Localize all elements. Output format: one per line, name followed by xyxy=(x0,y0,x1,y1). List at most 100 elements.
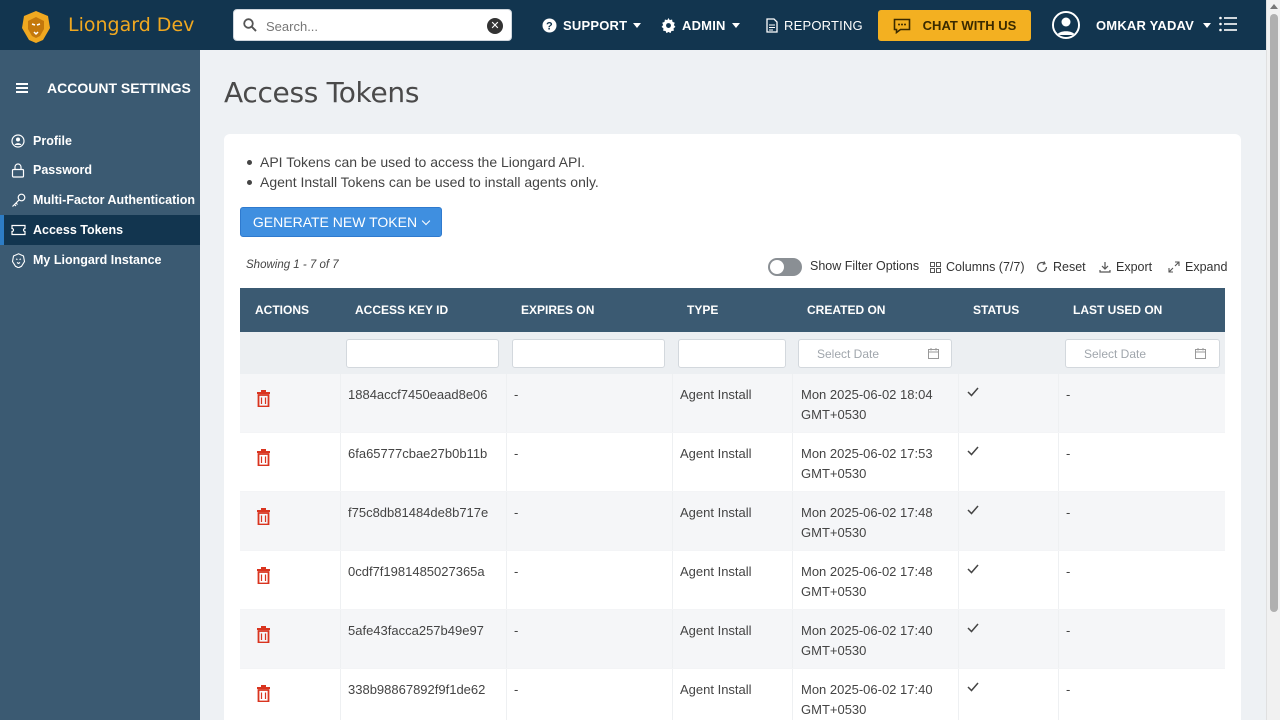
avatar[interactable] xyxy=(1052,11,1080,39)
scrollbar-thumb[interactable] xyxy=(1270,14,1278,612)
column-header-access-key-id[interactable]: ACCESS KEY ID xyxy=(340,288,506,332)
column-divider xyxy=(340,492,341,550)
admin-menu[interactable]: ADMIN xyxy=(661,0,740,50)
support-menu[interactable]: ? SUPPORT xyxy=(542,0,642,50)
access-key-id-cell: 6fa65777cbae27b0b11b xyxy=(348,446,488,461)
chat-bubble-icon xyxy=(893,18,910,34)
user-name: OMKAR YADAV xyxy=(1096,17,1195,33)
created-on-timezone: GMT+0530 xyxy=(801,583,867,599)
column-divider xyxy=(792,551,793,609)
filter-access-key-id-input[interactable] xyxy=(346,339,499,368)
show-filter-options-toggle[interactable] xyxy=(768,258,802,276)
top-navbar: Liongard Dev ✕ ? SUPPORT ADMIN REPORTING… xyxy=(0,0,1266,50)
status-check-icon xyxy=(967,505,979,515)
expand-button[interactable]: Expand xyxy=(1168,260,1227,274)
columns-button[interactable]: Columns (7/7) xyxy=(930,260,1025,274)
column-divider xyxy=(340,610,341,668)
type-cell: Agent Install xyxy=(680,446,752,461)
page-scrollbar[interactable] xyxy=(1266,0,1280,720)
lion-icon xyxy=(10,252,26,268)
sidebar-item-access-tokens[interactable]: Access Tokens xyxy=(0,215,200,245)
chevron-down-icon xyxy=(1203,22,1212,28)
column-divider xyxy=(792,669,793,720)
reset-button[interactable]: Reset xyxy=(1036,260,1086,274)
expires-on-cell: - xyxy=(514,446,519,461)
created-on-date: Mon 2025-06-02 17:53 xyxy=(801,446,933,461)
column-divider xyxy=(1058,492,1059,550)
clear-search-icon[interactable]: ✕ xyxy=(487,18,503,34)
expires-on-cell: - xyxy=(514,505,519,520)
expires-on-cell: - xyxy=(514,623,519,638)
last-used-on-cell: - xyxy=(1066,682,1071,697)
delete-trash-icon[interactable] xyxy=(257,508,270,525)
table-row: 6fa65777cbae27b0b11b - Agent Install Mon… xyxy=(240,433,1225,492)
column-header-created-on[interactable]: CREATED ON xyxy=(792,288,958,332)
refresh-icon xyxy=(1036,261,1048,273)
brand-name[interactable]: Liongard Dev xyxy=(68,14,194,36)
column-header-actions[interactable]: ACTIONS xyxy=(240,288,340,332)
user-circle-icon xyxy=(10,133,26,149)
column-divider xyxy=(958,374,959,432)
generate-new-token-button[interactable]: GENERATE NEW TOKEN xyxy=(240,207,442,237)
sidebar-item-mfa[interactable]: Multi-Factor Authentication xyxy=(0,185,200,215)
sidebar-item-my-liongard-instance[interactable]: My Liongard Instance xyxy=(0,245,200,275)
column-divider xyxy=(958,433,959,491)
column-header-expires-on[interactable]: EXPIRES ON xyxy=(506,288,672,332)
created-on-timezone: GMT+0530 xyxy=(801,524,867,540)
filter-toggle-label: Show Filter Options xyxy=(810,259,920,273)
user-menu[interactable]: OMKAR YADAV xyxy=(1096,0,1212,50)
filter-expires-on-input[interactable] xyxy=(512,339,665,368)
export-button[interactable]: Export xyxy=(1099,260,1152,274)
column-header-type[interactable]: TYPE xyxy=(672,288,792,332)
created-on-date: Mon 2025-06-02 17:40 xyxy=(801,623,933,638)
hamburger-icon[interactable] xyxy=(16,83,28,93)
sidebar-item-label: Access Tokens xyxy=(33,223,124,237)
delete-trash-icon[interactable] xyxy=(257,626,270,643)
sidebar-header: ACCOUNT SETTINGS xyxy=(16,80,191,96)
delete-trash-icon[interactable] xyxy=(257,449,270,466)
type-cell: Agent Install xyxy=(680,387,752,402)
column-divider xyxy=(672,433,673,491)
column-divider xyxy=(792,610,793,668)
calendar-icon[interactable] xyxy=(1195,348,1206,359)
liongard-logo-icon[interactable] xyxy=(20,10,52,44)
sidebar-item-password[interactable]: Password xyxy=(0,155,200,185)
column-divider xyxy=(340,433,341,491)
key-icon xyxy=(10,192,26,208)
sidebar-item-profile[interactable]: Profile xyxy=(0,126,200,156)
info-item-api: API Tokens can be used to access the Lio… xyxy=(244,152,599,172)
last-used-on-cell: - xyxy=(1066,623,1071,638)
column-divider xyxy=(506,551,507,609)
created-on-date: Mon 2025-06-02 17:40 xyxy=(801,682,933,697)
column-divider xyxy=(1058,433,1059,491)
ticket-icon xyxy=(10,222,26,238)
chevron-down-icon xyxy=(731,22,740,28)
show-filter-options-label[interactable]: Show Filter Options xyxy=(810,259,919,273)
column-header-status[interactable]: STATUS xyxy=(958,288,1058,332)
expires-on-cell: - xyxy=(514,564,519,579)
status-check-icon xyxy=(967,564,979,574)
column-header-last-used-on[interactable]: LAST USED ON xyxy=(1058,288,1225,332)
created-on-timezone: GMT+0530 xyxy=(801,406,867,422)
column-divider xyxy=(506,669,507,720)
list-menu-icon[interactable] xyxy=(1219,16,1237,32)
created-on-date: Mon 2025-06-02 17:48 xyxy=(801,505,933,520)
delete-trash-icon[interactable] xyxy=(257,390,270,407)
type-cell: Agent Install xyxy=(680,564,752,579)
delete-trash-icon[interactable] xyxy=(257,567,270,584)
chat-with-us-button[interactable]: CHAT WITH US xyxy=(878,10,1031,41)
scroll-up-arrow-icon[interactable] xyxy=(1270,4,1278,9)
lock-icon xyxy=(10,162,26,178)
status-check-icon xyxy=(967,446,979,456)
expand-label: Expand xyxy=(1185,260,1228,274)
filter-type-input[interactable] xyxy=(678,339,786,368)
info-list: API Tokens can be used to access the Lio… xyxy=(244,152,599,192)
status-check-icon xyxy=(967,682,979,692)
search-input[interactable] xyxy=(266,15,476,37)
gear-icon xyxy=(661,17,676,33)
grid-icon xyxy=(930,261,941,273)
calendar-icon[interactable] xyxy=(928,348,939,359)
reporting-link[interactable]: REPORTING xyxy=(766,0,863,50)
delete-trash-icon[interactable] xyxy=(257,685,270,702)
export-label: Export xyxy=(1116,260,1153,274)
